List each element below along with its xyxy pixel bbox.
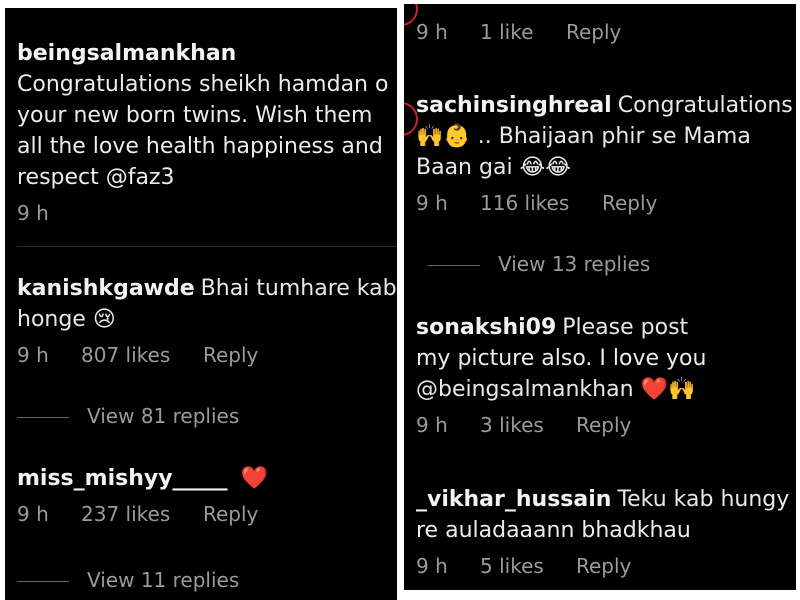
comment-vikhar-hussain: _vikhar_hussain Teku kab hungy re auladaa… [416, 484, 796, 578]
view-replies-label: View 11 replies [87, 568, 240, 592]
comment-time: 9 h [17, 502, 49, 526]
comment-top-partial: 9 h 1 like Reply [416, 20, 796, 44]
laughing-emoji-icon: 😂😂 [519, 155, 571, 180]
comment-text: _vikhar_hussain Teku kab hungy [416, 484, 796, 515]
comment-username[interactable]: sachinsinghreal [416, 93, 612, 118]
comment-body: honge [17, 307, 86, 332]
comment-likes[interactable]: 3 likes [480, 413, 576, 437]
comment-text: sonakshi09 Please post [416, 312, 796, 343]
reply-button[interactable]: Reply [576, 413, 631, 437]
comment-text: sachinsinghreal Congratulations [416, 90, 796, 121]
view-replies-button[interactable]: View 11 replies [17, 568, 239, 592]
comment-time: 9 h [17, 343, 49, 367]
comment-sonakshi09: sonakshi09 Please post my picture also. I… [416, 312, 796, 437]
divider [17, 246, 397, 247]
comment-time: 9 h [416, 554, 448, 578]
comment-text: @beingsalmankhan ❤️🙌 [416, 374, 796, 405]
comment-username[interactable]: sonakshi09 [416, 315, 556, 340]
comment-time: 9 h [17, 201, 49, 225]
comment-body: Please post [562, 315, 689, 340]
raising-hands-baby-emoji-icon: 🙌👶 [416, 124, 471, 149]
left-screenshot-panel: beingsalmankhan Congratulations sheikh h… [5, 8, 397, 600]
comment-meta: 9 h 807 likes Reply [17, 343, 397, 367]
comment-meta: 9 h [17, 201, 397, 225]
comment-body: Baan gai [416, 155, 513, 180]
comment-meta: 9 h 237 likes Reply [17, 502, 397, 526]
comment-body: Teku kab hungy [617, 487, 790, 512]
view-replies-label: View 81 replies [87, 404, 240, 428]
crying-face-emoji-icon: 😢 [92, 307, 116, 332]
replies-line [428, 265, 480, 266]
reply-button[interactable]: Reply [566, 20, 621, 44]
replies-line [17, 417, 69, 418]
comment-body: .. Bhaijaan phir se Mama [477, 124, 751, 149]
comment-text: miss_mishyy_____ ❤️ [17, 463, 397, 494]
comment-line: my picture also. I love you [416, 346, 707, 371]
comment-likes[interactable]: 5 likes [480, 554, 576, 578]
comment-body: Congratulations [617, 93, 793, 118]
comment-time: 9 h [416, 191, 448, 215]
comment-text: beingsalmankhan [17, 38, 397, 69]
replies-line [17, 581, 69, 582]
comment-time: 9 h [416, 413, 448, 437]
comment-likes[interactable]: 116 likes [480, 191, 602, 215]
comment-line: your new born twins. Wish them [17, 103, 373, 128]
comment-line: Congratulations sheikh hamdan o [17, 72, 389, 97]
comment-likes[interactable]: 807 likes [81, 343, 203, 367]
comment-meta: 9 h 5 likes Reply [416, 554, 796, 578]
comment-text: kanishkgawde Bhai tumhare kab [17, 273, 397, 304]
comment-likes[interactable]: 237 likes [81, 502, 203, 526]
comment-text: Baan gai 😂😂 [416, 152, 796, 183]
comment-meta: 9 h 1 like Reply [416, 20, 796, 44]
reply-button[interactable]: Reply [602, 191, 657, 215]
comment-username[interactable]: kanishkgawde [17, 276, 195, 301]
reply-button[interactable]: Reply [576, 554, 631, 578]
reply-button[interactable]: Reply [203, 343, 258, 367]
reply-button[interactable]: Reply [203, 502, 258, 526]
right-screenshot-panel: 9 h1 like Reply sachinsinghreal Congratula… [404, 4, 796, 590]
comment-likes[interactable]: 1 like [480, 20, 566, 44]
comment-kanishkgawde: kanishkgawde Bhai tumhare kab honge 😢 9 h… [17, 273, 397, 367]
view-replies-label: View 13 replies [498, 252, 651, 276]
comment-body: @beingsalmankhan [416, 377, 634, 402]
comment-beingsalmankhan: beingsalmankhan Congratulations sheikh h… [17, 38, 397, 225]
comment-meta: 9 h 3 likes Reply [416, 413, 796, 437]
comment-sachinsinghreal: sachinsinghreal Congratulations 🙌👶 .. Bha… [416, 90, 796, 215]
comment-text: honge 😢 [17, 304, 397, 335]
comment-username[interactable]: miss_mishyy_____ [17, 466, 228, 491]
comment-time: 9 h [416, 20, 448, 44]
comment-text: 🙌👶 .. Bhaijaan phir se Mama [416, 121, 796, 152]
comment-username[interactable]: beingsalmankhan [17, 41, 236, 66]
comment-meta: 9 h 116 likes Reply [416, 191, 796, 215]
comment-line: respect @faz3 [17, 165, 175, 190]
view-replies-button[interactable]: View 13 replies [428, 252, 650, 276]
comment-line: re auladaaann bhadkhau [416, 518, 691, 543]
comment-body: Bhai tumhare kab [200, 276, 397, 301]
red-heart-emoji-icon: ❤️ [240, 466, 268, 491]
view-replies-button[interactable]: View 81 replies [17, 404, 239, 428]
comment-username[interactable]: _vikhar_hussain [416, 487, 611, 512]
heart-raising-hands-emoji-icon: ❤️🙌 [640, 377, 696, 402]
comment-miss-mishyy: miss_mishyy_____ ❤️ 9 h 237 likes Reply [17, 463, 397, 526]
comment-line: all the love health happiness and [17, 134, 383, 159]
